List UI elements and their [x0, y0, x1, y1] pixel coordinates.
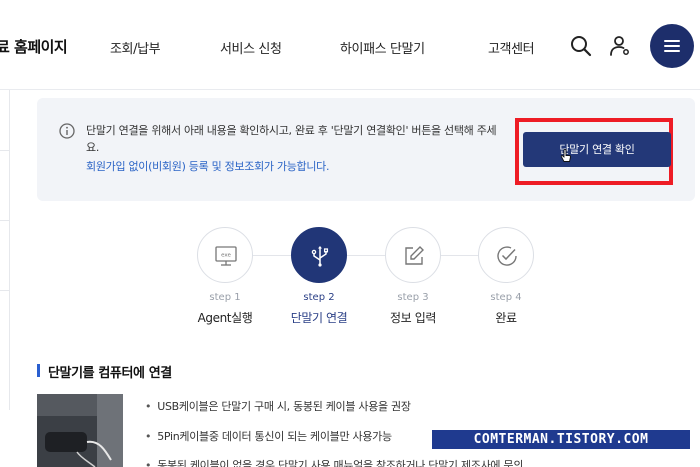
nav-lookup-payment[interactable]: 조회/납부: [110, 38, 161, 57]
section-title: 단말기를 컴퓨터에 연결: [48, 366, 172, 381]
step-3-circle: [385, 227, 441, 283]
left-sidebar: [0, 90, 10, 467]
device-connect-check-button[interactable]: 단말기 연결 확인: [523, 132, 671, 167]
notice-subtext: 회원가입 없이(비회원) 등록 및 정보조회가 가능합니다.: [86, 160, 330, 173]
section-marker: [37, 364, 40, 377]
user-icon[interactable]: [608, 34, 632, 58]
site-logo[interactable]: 료 홈페이지: [0, 36, 68, 57]
step-4-label: 완료: [495, 311, 517, 325]
menu-icon[interactable]: [650, 24, 694, 68]
bullet-item-2: 5Pin케이블중 데이터 통신이 되는 케이블만 사용가능: [145, 428, 392, 444]
device-photo: [37, 394, 123, 467]
step-2-label: 단말기 연결: [290, 311, 348, 325]
step-2-circle: [291, 227, 347, 283]
watermark: COMTERMAN.TISTORY.COM: [432, 430, 690, 449]
bullet-item-1: USB케이블은 단말기 구매 시, 동봉된 케이블 사용을 권장: [145, 398, 411, 414]
notice-text: 단말기 연결을 위해서 아래 내용을 확인하시고, 완료 후 '단말기 연결확인…: [86, 124, 497, 154]
step-3-number: step 3: [397, 292, 429, 303]
bullet-item-3: 동봉된 케이블이 없을 경우 단말기 사용 매뉴얼을 참조하거나 단말기 제조사…: [145, 457, 523, 467]
nav-service-application[interactable]: 서비스 신청: [220, 38, 282, 57]
notice-box: 단말기 연결을 위해서 아래 내용을 확인하시고, 완료 후 '단말기 연결확인…: [37, 98, 695, 201]
step-1-circle: exe: [197, 227, 253, 283]
step-1-label: Agent실행: [197, 311, 253, 325]
edit-icon: [405, 246, 424, 265]
svg-text:exe: exe: [221, 253, 231, 259]
search-icon[interactable]: [569, 34, 593, 58]
step-1-number: step 1: [209, 292, 241, 303]
step-2-number: step 2: [303, 292, 335, 303]
usb-icon: [311, 246, 329, 267]
info-icon: [59, 123, 75, 139]
nav-customer-center[interactable]: 고객센터: [488, 38, 535, 57]
hand-cursor-icon: [560, 149, 571, 162]
step-connector-line: [225, 255, 505, 256]
step-3-label: 정보 입력: [390, 311, 436, 325]
monitor-exe-icon: exe: [215, 246, 237, 266]
nav-hipass-device[interactable]: 하이패스 단말기: [340, 38, 425, 57]
step-4-number: step 4: [490, 292, 522, 303]
site-header: 료 홈페이지 조회/납부 서비스 신청 하이패스 단말기 고객센터: [0, 0, 700, 90]
check-circle-icon: [497, 246, 517, 266]
step-4-circle: [478, 227, 534, 283]
